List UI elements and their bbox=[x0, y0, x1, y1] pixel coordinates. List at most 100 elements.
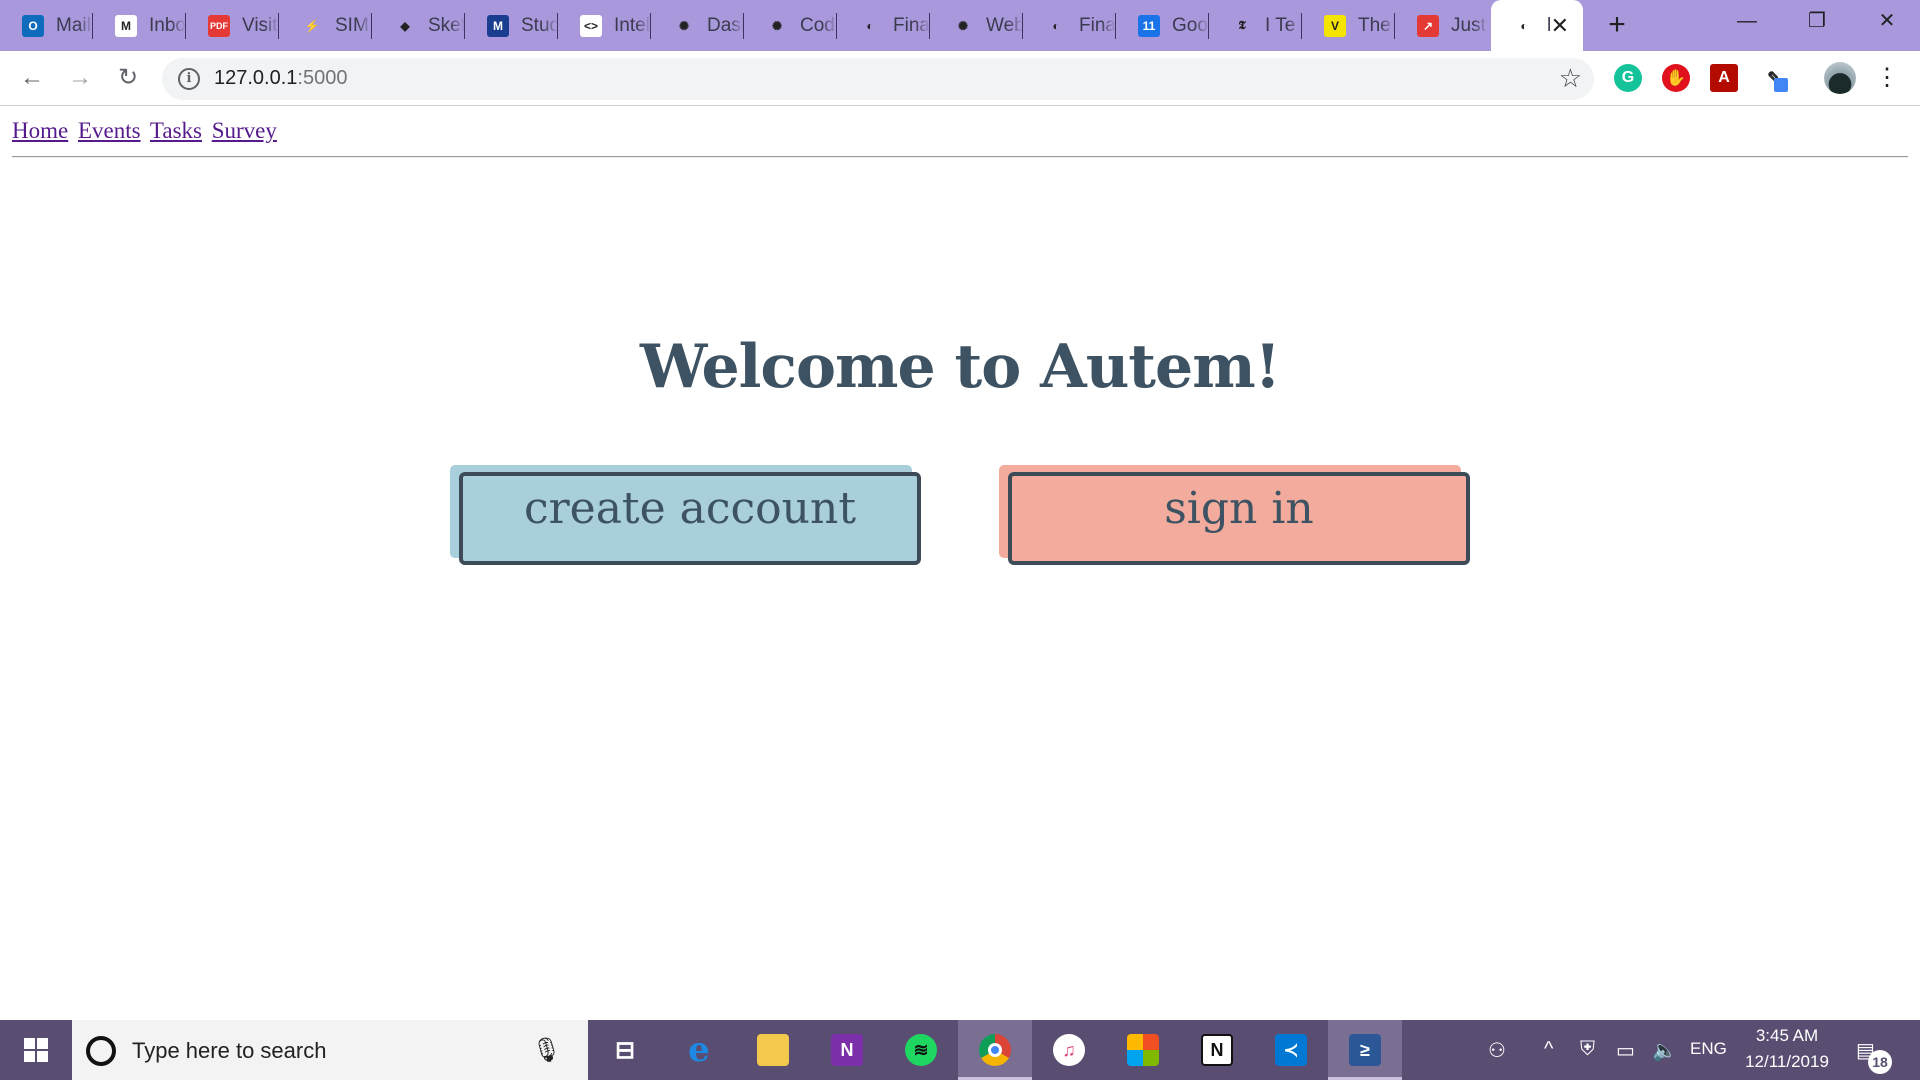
clock-time[interactable]: 3:45 AM bbox=[1754, 1026, 1820, 1046]
notion-icon[interactable]: N bbox=[1180, 1020, 1254, 1080]
pdf-icon: PDF bbox=[208, 14, 230, 37]
gear-red-icon: ✺ bbox=[952, 14, 974, 37]
adblock-extension-icon[interactable]: ✋ bbox=[1662, 64, 1690, 92]
globe-icon: ◐ bbox=[859, 14, 881, 37]
bookmark-star-icon[interactable]: ☆ bbox=[1559, 63, 1582, 94]
windows-logo-pane bbox=[37, 1038, 48, 1049]
browser-tab[interactable]: O Mail bbox=[0, 0, 93, 51]
start-button[interactable] bbox=[0, 1020, 72, 1080]
restore-button[interactable]: ❐ bbox=[1782, 0, 1852, 44]
tab-title: Final bbox=[1079, 14, 1116, 36]
onenote-icon[interactable]: N bbox=[810, 1020, 884, 1080]
security-icon[interactable]: ⛨ bbox=[1580, 1038, 1595, 1061]
taskbar-search[interactable]: Type here to search 🎙 bbox=[72, 1020, 588, 1080]
sign-in-button-wrapper: sign in bbox=[999, 465, 1471, 565]
notification-count-badge: 18 bbox=[1868, 1050, 1892, 1074]
browser-tab[interactable]: ✺ Code bbox=[744, 0, 837, 51]
tab-title: SIM bbox=[335, 14, 369, 36]
m-icon: M bbox=[487, 14, 509, 37]
site-info-icon[interactable]: i bbox=[178, 68, 200, 90]
code-icon: <> bbox=[580, 14, 602, 37]
browser-tab[interactable]: M Inbox bbox=[93, 0, 186, 51]
nav-divider bbox=[12, 156, 1908, 158]
tab-title: Just bbox=[1451, 14, 1486, 36]
gear-red-icon: ✺ bbox=[673, 14, 695, 37]
globe-icon: ◐ bbox=[1045, 14, 1067, 37]
page-title: Welcome to Autem! bbox=[639, 332, 1281, 402]
volume-icon[interactable]: 🔈 bbox=[1652, 1038, 1677, 1063]
battery-icon[interactable]: ▭ bbox=[1616, 1038, 1635, 1063]
browser-tab[interactable]: ✺ Web bbox=[930, 0, 1023, 51]
itunes-icon[interactable]: ♫ bbox=[1032, 1020, 1106, 1080]
browser-tab[interactable]: <> Intel bbox=[558, 0, 651, 51]
forward-button[interactable]: → bbox=[63, 61, 97, 95]
tab-title: Web bbox=[986, 14, 1023, 36]
windows-logo-pane bbox=[37, 1051, 48, 1062]
tab-title: I Te bbox=[1265, 14, 1296, 36]
nav-link-home[interactable]: Home bbox=[12, 118, 68, 143]
task-view-icon[interactable]: ⊟ bbox=[588, 1020, 662, 1080]
edge-icon[interactable]: e bbox=[662, 1020, 736, 1080]
browser-tab[interactable]: ◐ Final bbox=[837, 0, 930, 51]
microphone-icon[interactable]: 🎙 bbox=[532, 1036, 562, 1065]
powershell-icon[interactable]: ≥ bbox=[1328, 1020, 1402, 1080]
browser-tab[interactable]: PDF Visit bbox=[186, 0, 279, 51]
store-icon[interactable] bbox=[1106, 1020, 1180, 1080]
nav-link-events[interactable]: Events bbox=[78, 118, 141, 143]
nav-link-tasks[interactable]: Tasks bbox=[150, 118, 202, 143]
gmail-icon: M bbox=[115, 14, 137, 37]
chrome-menu-icon[interactable]: ⋮ bbox=[1870, 61, 1904, 95]
tab-title: The bbox=[1358, 14, 1391, 36]
create-account-button[interactable]: create account bbox=[459, 472, 921, 565]
profile-avatar[interactable] bbox=[1824, 62, 1856, 94]
browser-tab[interactable]: V The bbox=[1302, 0, 1395, 51]
nyt-icon: 𝕿 bbox=[1231, 14, 1253, 37]
windows-taskbar: Type here to search 🎙 ⊟ e N ≋ ♫ N ≺ ≥ ⚇ … bbox=[0, 1020, 1920, 1080]
tab-title: Inbox bbox=[149, 14, 186, 36]
browser-tab[interactable]: ◆ Sketch bbox=[372, 0, 465, 51]
clock-date[interactable]: 12/11/2019 bbox=[1740, 1052, 1834, 1072]
browser-tab[interactable]: ↗ Just bbox=[1395, 0, 1488, 51]
browser-tab[interactable]: 𝕿 I Te bbox=[1209, 0, 1302, 51]
address-bar[interactable]: i 127.0.0.1:5000 ☆ bbox=[162, 58, 1594, 100]
outlook-icon: O bbox=[22, 14, 44, 37]
spotify-icon[interactable]: ≋ bbox=[884, 1020, 958, 1080]
show-hidden-icons-chevron-icon[interactable]: ^ bbox=[1544, 1038, 1553, 1061]
create-account-button-wrapper: create account bbox=[450, 465, 922, 565]
trend-icon: ↗ bbox=[1417, 14, 1439, 37]
eyedropper-extension-icon[interactable]: ✎ bbox=[1760, 64, 1788, 92]
file-explorer-icon[interactable] bbox=[736, 1020, 810, 1080]
url-port: :5000 bbox=[297, 67, 348, 89]
sign-in-button[interactable]: sign in bbox=[1008, 472, 1470, 565]
vscode-icon[interactable]: ≺ bbox=[1254, 1020, 1328, 1080]
close-tab-icon[interactable]: ✕ bbox=[1551, 13, 1569, 39]
search-placeholder: Type here to search bbox=[132, 1038, 327, 1063]
back-button[interactable]: ← bbox=[15, 61, 49, 95]
tab-title: Intel bbox=[614, 14, 650, 36]
acrobat-extension-icon[interactable]: A bbox=[1710, 64, 1738, 92]
tab-active[interactable]: ◐ l ✕ bbox=[1491, 0, 1583, 51]
url-text[interactable]: 127.0.0.1:5000 bbox=[214, 67, 347, 90]
minimize-button[interactable]: — bbox=[1712, 0, 1782, 44]
tab-title: Mail bbox=[56, 14, 91, 36]
language-indicator[interactable]: ENG bbox=[1690, 1039, 1727, 1059]
people-icon[interactable]: ⚇ bbox=[1488, 1038, 1506, 1063]
calendar-icon: 11 bbox=[1138, 14, 1160, 37]
browser-tab[interactable]: ◐ Final bbox=[1023, 0, 1116, 51]
gear-red-icon: ✺ bbox=[766, 14, 788, 37]
browser-tab[interactable]: ⚡ SIM bbox=[279, 0, 372, 51]
browser-tab[interactable]: 11 Google bbox=[1116, 0, 1209, 51]
reload-button[interactable]: ↻ bbox=[111, 61, 145, 95]
cortana-icon bbox=[86, 1036, 116, 1066]
grammarly-extension-icon[interactable]: G bbox=[1614, 64, 1642, 92]
new-tab-button[interactable]: + bbox=[1601, 10, 1633, 42]
close-window-button[interactable]: ✕ bbox=[1852, 0, 1920, 44]
nav-link-survey[interactable]: Survey bbox=[212, 118, 277, 143]
v-icon: V bbox=[1324, 14, 1346, 37]
tab-title: Sketch bbox=[428, 14, 465, 36]
browser-tab[interactable]: M Studio bbox=[465, 0, 558, 51]
tab-title: Code bbox=[800, 14, 837, 36]
chrome-icon[interactable] bbox=[958, 1020, 1032, 1080]
browser-tab[interactable]: ✺ Dashboard bbox=[651, 0, 744, 51]
tab-title: Studio bbox=[521, 14, 558, 36]
